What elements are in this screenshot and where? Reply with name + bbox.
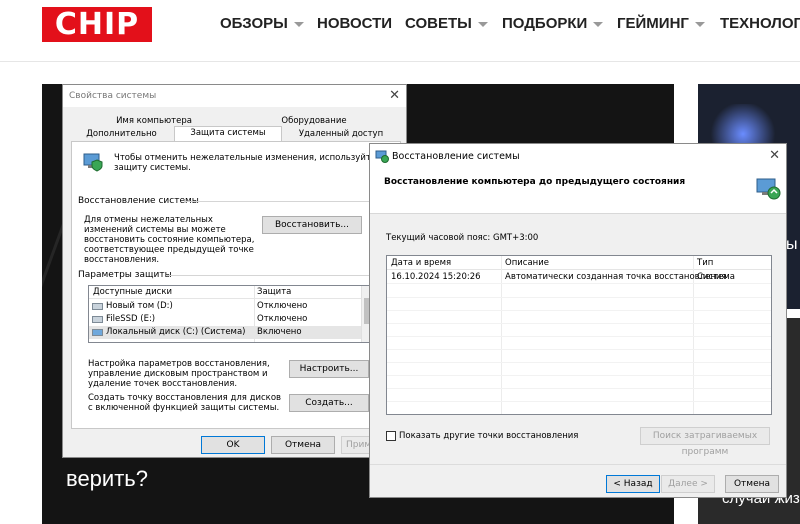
system-restore-dialog: Восстановление системы ✕ Восстановление … (369, 143, 787, 498)
dialog-title: Восстановление системы (392, 151, 520, 162)
drive-status: Отключено (257, 314, 308, 324)
configure-button[interactable]: Настроить... (289, 360, 369, 378)
column-header-type[interactable]: Тип (697, 256, 713, 270)
restore-points-table[interactable]: Дата и время Описание Тип 16.10.2024 15:… (386, 255, 772, 415)
drives-list[interactable]: Доступные диски Защита Новый том (D:) От… (88, 285, 373, 343)
next-button[interactable]: Далее > (661, 475, 715, 493)
drive-status: Включено (257, 327, 302, 337)
column-header-description[interactable]: Описание (505, 256, 549, 270)
table-row (387, 298, 771, 311)
page: CHIP ОБЗОРЫ НОВОСТИ СОВЕТЫ ПОДБОРКИ ГЕЙМ… (0, 0, 800, 524)
nav-collections-label: ПОДБОРКИ (502, 15, 588, 32)
article-main-title[interactable]: верить? (66, 466, 148, 492)
cell-description: Автоматически созданная точка восстановл… (505, 272, 727, 282)
nav-gaming-label: ГЕЙМИНГ (617, 15, 689, 32)
nav-tech-label: ТЕХНОЛОГИ (720, 15, 800, 32)
drive-name: Новый том (D:) (106, 301, 173, 311)
site-logo[interactable]: CHIP (42, 7, 152, 42)
close-icon[interactable]: ✕ (389, 88, 400, 103)
column-header-date[interactable]: Дата и время (391, 256, 451, 270)
ok-button[interactable]: OK (201, 436, 265, 454)
wizard-header: Восстановление компьютера до предыдущего… (370, 168, 786, 214)
chevron-down-icon (694, 21, 705, 27)
computer-restore-icon (756, 178, 781, 200)
table-row (387, 311, 771, 324)
column-header-protection[interactable]: Защита (257, 286, 291, 299)
nav-reviews[interactable]: ОБЗОРЫ (220, 15, 304, 32)
intro-text: Чтобы отменить нежелательные изменения, … (114, 153, 377, 173)
table-row (387, 285, 771, 298)
cancel-button[interactable]: Отмена (271, 436, 335, 454)
computer-shield-icon (83, 153, 103, 172)
divider (370, 464, 786, 465)
nav-news-label: НОВОСТИ (317, 15, 393, 32)
list-header: Доступные диски Защита (89, 286, 361, 299)
drive-name: Локальный диск (C:) (Система) (106, 327, 246, 337)
nav-gaming[interactable]: ГЕЙМИНГ (617, 15, 705, 32)
restore-button[interactable]: Восстановить... (262, 216, 362, 234)
tab-advanced[interactable]: Дополнительно (69, 128, 174, 142)
chevron-down-icon (293, 21, 304, 27)
nav-tips[interactable]: СОВЕТЫ (405, 15, 488, 32)
column-header-drives[interactable]: Доступные диски (93, 286, 172, 299)
show-more-checkbox[interactable] (386, 431, 396, 441)
system-drive-icon (92, 329, 103, 336)
cancel-button[interactable]: Отмена (725, 475, 779, 493)
nav-collections[interactable]: ПОДБОРКИ (502, 15, 604, 32)
tab-system-protection[interactable]: Защита системы (174, 126, 282, 142)
table-row (387, 324, 771, 337)
scan-programs-button[interactable]: Поиск затрагиваемых программ (640, 427, 770, 457)
list-item[interactable]: Локальный диск (C:) (Система) Включено (89, 326, 361, 339)
list-item[interactable]: FileSSD (E:) Отключено (89, 313, 361, 326)
tab-remote[interactable]: Удаленный доступ (282, 128, 400, 142)
table-row (387, 389, 771, 402)
cell-type: Система (697, 272, 735, 282)
restore-group-title: Восстановление системы (78, 196, 199, 206)
divider (166, 275, 396, 276)
nav-reviews-label: ОБЗОРЫ (220, 15, 288, 32)
system-protection-panel: Чтобы отменить нежелательные изменения, … (71, 141, 401, 429)
drive-icon (92, 316, 103, 323)
nav-tech[interactable]: ТЕХНОЛОГИ (720, 15, 800, 32)
create-button[interactable]: Создать... (289, 394, 369, 412)
protection-group-title: Параметры защиты (78, 270, 172, 280)
drive-name: FileSSD (E:) (106, 314, 156, 324)
show-more-label[interactable]: Показать другие точки восстановления (399, 431, 578, 441)
drive-icon (92, 303, 103, 310)
dialog-title: Свойства системы (69, 91, 157, 101)
list-item[interactable]: Новый том (D:) Отключено (89, 300, 361, 313)
titlebar[interactable]: Свойства системы ✕ (63, 85, 406, 107)
divider (184, 201, 396, 202)
close-icon[interactable]: ✕ (769, 148, 780, 163)
site-header: CHIP ОБЗОРЫ НОВОСТИ СОВЕТЫ ПОДБОРКИ ГЕЙМ… (0, 0, 800, 62)
titlebar[interactable]: Восстановление системы ✕ (370, 144, 786, 168)
table-row (387, 363, 771, 376)
chevron-down-icon (593, 21, 604, 27)
wizard-heading: Восстановление компьютера до предыдущего… (384, 177, 686, 187)
drive-status: Отключено (257, 301, 308, 311)
column-divider (254, 286, 255, 342)
nav-tips-label: СОВЕТЫ (405, 15, 472, 32)
cell-date: 16.10.2024 15:20:26 (391, 272, 481, 282)
article-side-title[interactable]: ы (786, 236, 798, 254)
timezone-label: Текущий часовой пояс: GMT+3:00 (386, 233, 539, 243)
system-restore-icon (375, 150, 389, 163)
table-row[interactable]: 16.10.2024 15:20:26 Автоматически создан… (387, 271, 771, 284)
table-row (387, 376, 771, 389)
table-header: Дата и время Описание Тип (387, 256, 771, 270)
back-button[interactable]: < Назад (606, 475, 660, 493)
table-row (387, 350, 771, 363)
nav-news[interactable]: НОВОСТИ (317, 15, 392, 32)
table-row (387, 337, 771, 350)
system-properties-dialog: Свойства системы ✕ Имя компьютера Оборуд… (62, 84, 407, 458)
chevron-down-icon (477, 21, 488, 27)
restore-description: Для отмены нежелательных изменений систе… (84, 215, 255, 265)
create-description: Создать точку восстановления для дисков … (88, 393, 282, 413)
configure-description: Настройка параметров восстановления, упр… (88, 359, 270, 389)
